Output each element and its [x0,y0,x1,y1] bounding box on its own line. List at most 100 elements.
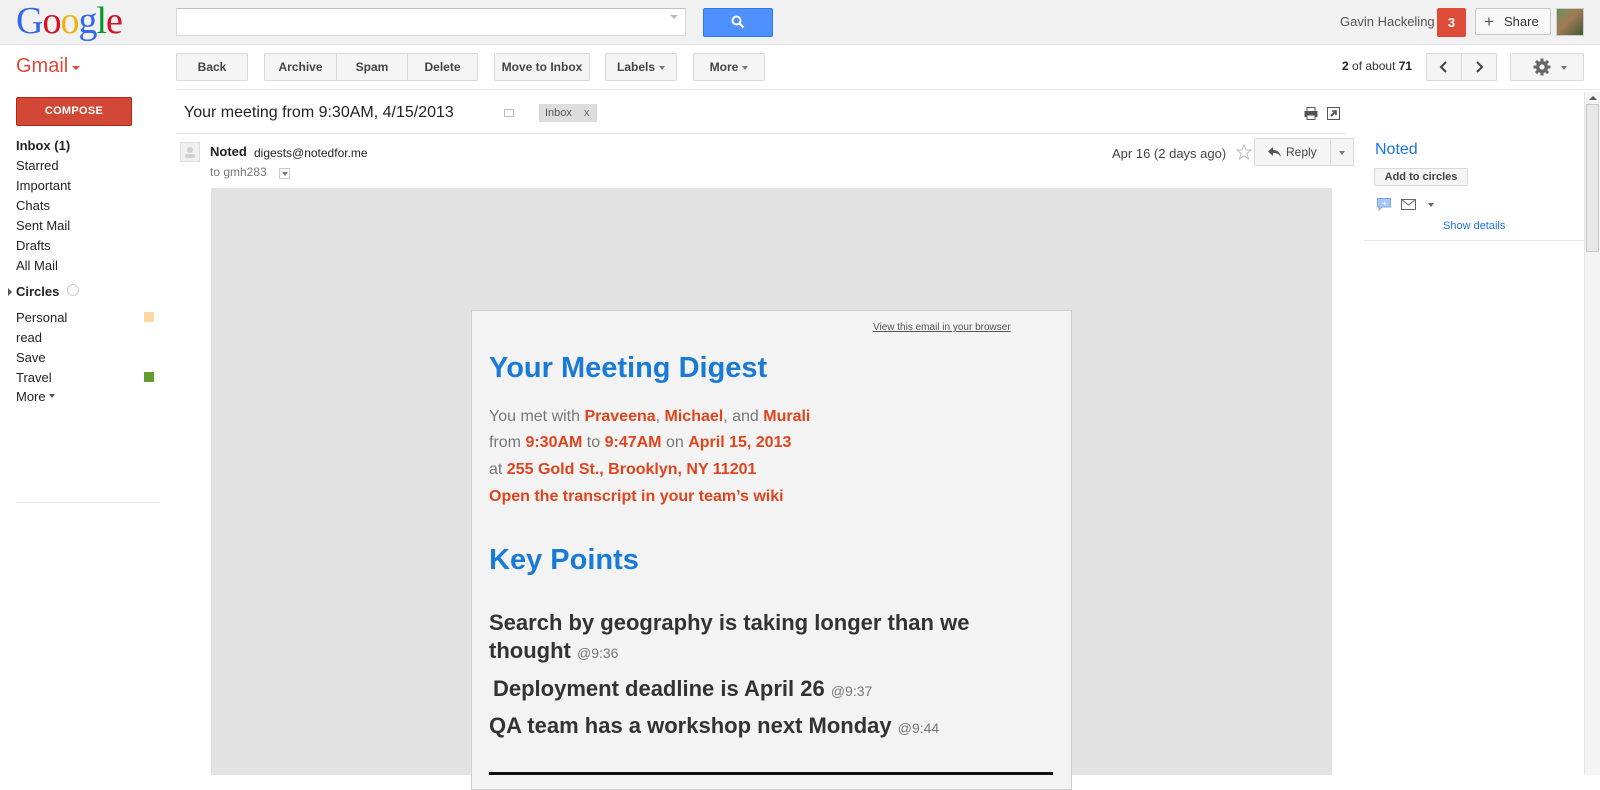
key-point-time: @9:44 [897,720,940,736]
reply-button[interactable]: Reply [1254,138,1331,166]
logo-letter: o [60,0,79,42]
compose-button[interactable]: COMPOSE [16,97,132,126]
label-color-swatch[interactable] [144,372,154,382]
subject-divider [176,133,1346,134]
on-word: on [661,434,689,451]
logo-letter: g [78,0,97,42]
attendee-name[interactable]: Michael [665,408,724,425]
chevron-down-icon [659,65,665,70]
meeting-location[interactable]: 255 Gold St., Brooklyn, NY 11201 [507,461,757,478]
expand-triangle-icon[interactable] [8,288,12,296]
pager-total: 71 [1398,59,1413,73]
met-prefix: You met with [489,408,585,425]
user-avatar[interactable] [1556,8,1584,36]
circles-icon [67,284,79,296]
sidebar-label-read[interactable]: read [16,330,42,345]
reply-options-button[interactable] [1330,138,1354,166]
sender-avatar[interactable] [180,142,200,162]
google-logo[interactable]: Google [16,0,123,42]
view-in-browser-link[interactable]: View this email in your browser [873,322,1011,333]
message-date: Apr 16 (2 days ago) [1112,146,1227,161]
archive-button[interactable]: Archive [264,53,337,81]
star-icon[interactable] [1236,144,1252,160]
older-button[interactable] [1461,53,1497,81]
key-point-text: QA team has a workshop next Monday [489,713,892,738]
notification-count-badge[interactable]: 3 [1437,8,1466,37]
show-details-toggle[interactable] [279,168,290,179]
contact-name[interactable]: Noted [1375,141,1418,159]
sidebar-item-important[interactable]: Important [16,178,71,193]
sidebar-item-inbox[interactable]: Inbox (1) [16,138,70,153]
gear-icon [1533,58,1551,76]
transcript-link[interactable]: Open the transcript in your team’s wiki [489,488,784,506]
chevron-right-icon [1476,61,1484,73]
new-window-icon[interactable] [1327,107,1340,120]
reply-arrow-icon [1268,147,1281,157]
time-line: from 9:30AM to 9:47AM on April 15, 2013 [489,434,791,452]
gmail-menu-label[interactable]: Gmail [16,55,68,78]
sidebar-label-save[interactable]: Save [16,350,46,365]
at-prefix: at [489,461,507,478]
settings-button[interactable] [1510,53,1584,81]
end-time: 9:47AM [604,434,662,451]
sidebar-more[interactable]: More [16,389,46,404]
logo-letter: l [96,0,107,42]
sidebar-item-all-mail[interactable]: All Mail [16,258,58,273]
more-button[interactable]: More [693,53,765,81]
start-time: 9:30AM [525,434,583,451]
svg-text:+: + [1382,199,1387,208]
sender-name[interactable]: Noted [210,144,247,159]
move-to-inbox-button[interactable]: Move to Inbox [494,53,590,81]
location-line: at 255 Gold St., Brooklyn, NY 11201 [489,461,756,479]
add-to-circles-button[interactable]: Add to circles [1374,168,1468,186]
labels-label: Labels [616,60,655,74]
sidebar-item-sent-mail[interactable]: Sent Mail [16,218,70,233]
chevron-left-icon [1439,61,1447,73]
newer-button[interactable] [1426,53,1462,81]
spam-button[interactable]: Spam [336,53,408,81]
search-button[interactable] [703,8,773,37]
sidebar-item-starred[interactable]: Starred [16,158,59,173]
search-icon [731,15,745,29]
sidebar-label-travel[interactable]: Travel [16,370,52,385]
chevron-down-icon[interactable] [49,394,55,398]
label-color-swatch[interactable] [144,312,154,322]
chevron-down-icon[interactable] [1428,203,1434,207]
scrollbar-thumb[interactable] [1586,104,1599,252]
search-input[interactable] [176,8,686,36]
sidebar-item-circles[interactable]: Circles [16,284,59,299]
share-button[interactable]: + Share [1475,8,1551,35]
sidebar-item-chats[interactable]: Chats [16,198,50,213]
sidebar-label-personal[interactable]: Personal [16,310,67,325]
sidebar-item-drafts[interactable]: Drafts [16,238,51,253]
print-icon[interactable] [1304,107,1318,120]
share-label: Share [1504,14,1539,29]
search-options-caret-icon[interactable] [670,15,678,19]
toolbar-divider [176,89,1600,90]
show-details-link[interactable]: Show details [1443,220,1505,232]
attendee-name[interactable]: Murali [763,408,810,425]
scroll-up-arrow-icon[interactable] [1589,96,1597,100]
pager-status: 2 of about 71 [1342,59,1412,73]
chevron-down-icon [742,65,749,70]
key-point-time: @9:36 [576,645,619,661]
label-chip-text: Inbox [545,107,572,119]
label-chip-inbox[interactable]: Inbox x [539,104,597,122]
user-name[interactable]: Gavin Hackeling [1340,14,1435,29]
remove-label-icon[interactable]: x [584,104,590,122]
delete-button[interactable]: Delete [407,53,478,81]
attendee-name[interactable]: Praveena [584,408,655,425]
labels-button[interactable]: Labels [605,53,677,81]
logo-letter: e [106,0,123,42]
pager-of-about: of about [1352,59,1396,73]
reply-label: Reply [1286,145,1317,159]
email-icon[interactable] [1401,199,1416,210]
side-panel-divider [1364,240,1584,241]
gmail-menu-caret-icon[interactable] [72,66,80,70]
to-word: to [582,434,605,451]
label-tag-icon[interactable] [504,109,514,117]
person-icon [185,147,195,158]
back-button[interactable]: Back [176,53,248,81]
chat-icon[interactable]: + [1377,198,1391,211]
key-point: Deployment deadline is April 26 @9:37 [493,675,872,705]
